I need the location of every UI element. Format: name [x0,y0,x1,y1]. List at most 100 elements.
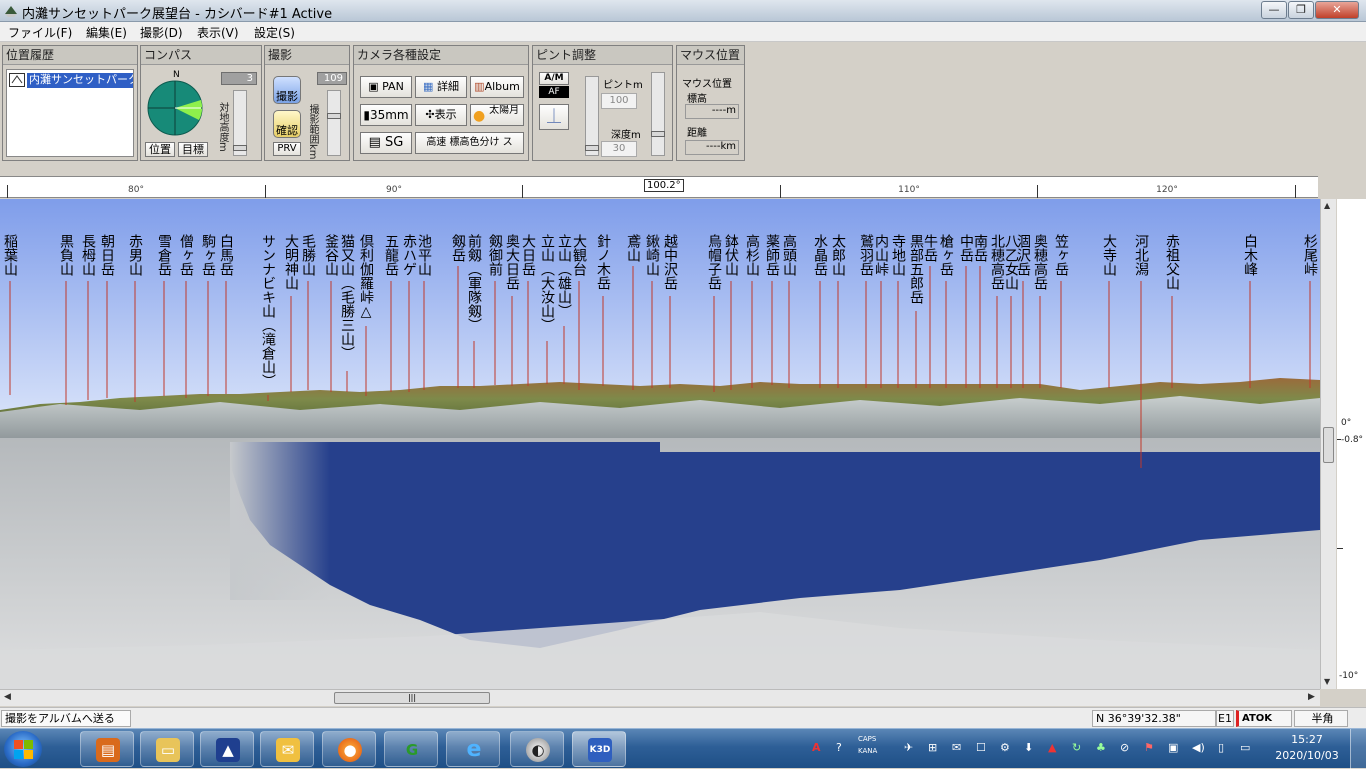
peak-label[interactable]: 稲葉山 [2,234,18,276]
peak-label[interactable]: 涸沢岳 [1015,234,1031,276]
pan-button[interactable]: ▣ PAN [360,76,412,98]
help-tray-icon[interactable]: ? [836,741,842,754]
peak-label[interactable]: 杉尾峠 [1302,234,1318,276]
preview-button[interactable]: PRV [273,142,301,156]
peak-label[interactable]: 太郎山 [830,234,846,276]
taskbar-app-k3d-tool[interactable]: ▲ [200,731,254,767]
horizontal-scrollbar[interactable]: ◀ ||| ▶ [0,689,1320,706]
range-slider[interactable] [327,90,341,156]
mail-tray-icon[interactable]: ✉ [952,741,961,754]
settings-tray-icon[interactable]: ⚙ [1000,741,1010,754]
peak-label[interactable]: 寺地山 [890,234,906,276]
panorama-view[interactable]: 稲葉山 黒負山 長栂山 朝日岳 赤男山 雪倉岳 僧ヶ岳 駒ヶ岳 白馬岳 サンナビキ山（滝倉山） 大明… [0,199,1320,689]
network-status-tray-icon[interactable]: ▭ [1240,741,1250,754]
peak-label[interactable]: 鳶山 [625,234,641,262]
peak-label[interactable]: 赤ハゲ [401,234,417,276]
af-indicator[interactable]: AF [539,86,569,98]
menu-edit[interactable]: 編集(E) [86,24,127,41]
focus-target-button[interactable]: ⏊ [539,104,569,130]
detail-button[interactable]: ▦ 詳細 [415,76,467,98]
atok-indicator[interactable]: ATOK [1236,710,1292,727]
altitude-slider-knob[interactable] [233,145,247,151]
app-tray-icon[interactable]: ♣ [1096,741,1106,754]
depth-slider[interactable] [651,72,665,156]
peak-label[interactable]: 高杉山 [744,233,760,276]
history-item-selected[interactable]: 内灘サンセットパーク展 [27,73,133,88]
scroll-down-icon[interactable]: ▼ [1324,677,1330,686]
taskbar-app-explorer[interactable]: ▤ [80,731,134,767]
compass-dial[interactable] [147,80,203,136]
peak-label[interactable]: 毛勝山 [300,234,316,276]
peak-label[interactable]: 立山（雄山） [556,234,572,318]
pint-slider-knob[interactable] [585,145,599,151]
peak-label[interactable]: 雪倉岳 [156,234,172,276]
menu-settings[interactable]: 設定(S) [254,24,295,41]
peak-label[interactable]: 倶利伽羅峠△ [358,234,374,320]
history-list[interactable]: 内灘サンセットパーク展 [6,69,134,157]
panorama-canvas[interactable]: 稲葉山 黒負山 長栂山 朝日岳 赤男山 雪倉岳 僧ヶ岳 駒ヶ岳 白馬岳 サンナビキ山（滝倉山） 大明… [0,199,1320,689]
taskbar-app-mail[interactable]: ✉ [260,731,314,767]
sync-tray-icon[interactable]: ↻ [1072,741,1081,754]
peak-label[interactable]: 釜谷山 [323,234,339,276]
menu-file[interactable]: ファイル(F) [8,24,72,41]
display-button[interactable]: ✣表示 [415,104,467,126]
peak-label[interactable]: 長栂山 [80,234,96,276]
vertical-scroll-thumb[interactable] [1323,427,1334,463]
device-tray-icon[interactable]: ▯ [1218,741,1224,754]
peak-label[interactable]: 水晶岳 [812,234,828,276]
peak-label[interactable]: 南岳 [972,234,988,262]
vertical-scrollbar[interactable]: ▲ ▼ [1320,199,1336,689]
peak-label[interactable]: 薬師岳 [764,234,780,276]
peak-label[interactable]: 立山（大汝山） [539,234,555,332]
start-button[interactable] [4,731,42,767]
peak-label[interactable]: 剱御前 [487,234,503,277]
confirm-button[interactable]: 確認 [273,110,301,138]
taskbar-app-folder[interactable]: ▭ [140,731,194,767]
peak-label[interactable]: 奥大日岳 [504,233,520,290]
peak-label[interactable]: サンナビキ山（滝倉山） [260,234,276,388]
peak-label[interactable]: 黒負山 [58,234,74,276]
clock-date[interactable]: 2020/10/03 [1272,749,1342,762]
peak-label[interactable]: 大寺山 [1101,234,1117,276]
peak-label[interactable]: 僧ヶ岳 [178,234,194,276]
link-tray-icon[interactable]: ⊘ [1120,741,1129,754]
elevation-color-button[interactable]: 高速 標高色分け ス [415,132,524,154]
peak-label[interactable]: 前剱（軍隊剱） [466,233,482,332]
ime-mode[interactable]: 半角 [1294,710,1348,727]
range-slider-knob[interactable] [327,113,341,119]
acrobat-tray-icon[interactable]: A [812,741,821,754]
display-tray-icon[interactable]: ▣ [1168,741,1178,754]
album-button[interactable]: ▥Album [470,76,524,98]
shoot-button[interactable]: 撮影 [273,76,301,104]
show-desktop-button[interactable] [1350,729,1366,769]
peak-label[interactable]: 高頭山 [781,233,797,276]
menu-view[interactable]: 表示(V) [197,24,239,41]
notes-tray-icon[interactable]: ☐ [976,741,986,754]
peak-label[interactable]: 朝日岳 [99,234,115,276]
taskbar-app-firefox[interactable]: ● [322,731,376,767]
peak-label[interactable]: 鍬崎山 [644,234,660,276]
peak-label[interactable]: 越中沢岳 [662,234,678,290]
am-button[interactable]: A/M [539,72,569,85]
taskbar-app-ie[interactable]: e [446,731,500,767]
peak-label[interactable]: 大観台 [571,234,587,276]
close-button[interactable]: ✕ [1315,1,1359,19]
scroll-right-icon[interactable]: ▶ [1308,692,1315,702]
sun-moon-button[interactable]: ● 太陽月 [470,104,524,126]
peak-label[interactable]: 五龍岳 [383,234,399,276]
peak-label[interactable]: 池平山 [416,234,432,276]
peak-label[interactable]: 駒ヶ岳 [200,234,216,276]
peak-label[interactable]: 針ノ木岳 [595,234,611,290]
position-button[interactable]: 位置 [145,142,175,157]
network-tray-icon[interactable]: ⊞ [928,741,937,754]
taskbar-app-g[interactable]: G [384,731,438,767]
flag-tray-icon[interactable]: ⚑ [1144,741,1154,754]
peak-label[interactable]: 烏帽子岳 [706,233,722,290]
depth-slider-knob[interactable] [651,131,665,137]
peak-label[interactable]: 河北潟 [1133,234,1149,276]
pint-slider[interactable] [585,76,599,156]
peak-label[interactable]: 赤男山 [127,234,143,276]
sg-button[interactable]: ▤ SG [360,132,412,154]
menu-shoot[interactable]: 撮影(D) [140,24,183,41]
target-button[interactable]: 目標 [178,142,208,157]
